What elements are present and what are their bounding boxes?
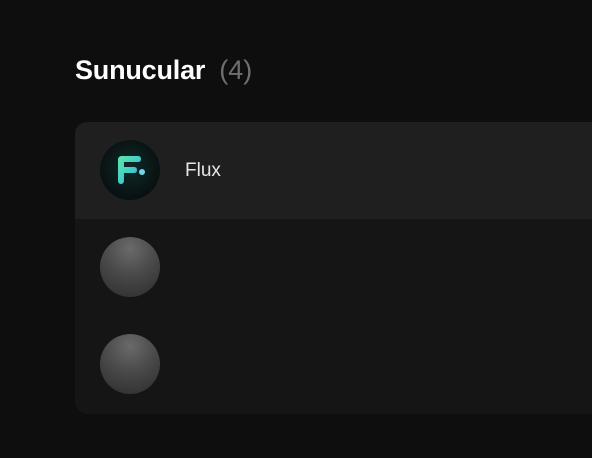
provider-row-flux[interactable]: Flux <box>75 122 592 219</box>
provider-name: Flux <box>185 160 221 181</box>
provider-row[interactable] <box>75 316 592 413</box>
section-count: (4) <box>219 55 253 85</box>
section-title: Sunucular <box>75 55 206 85</box>
section-header: Sunucular (4) <box>75 55 252 86</box>
placeholder-avatar-icon <box>100 237 160 297</box>
placeholder-avatar-icon <box>100 334 160 394</box>
provider-row[interactable] <box>75 219 592 316</box>
servers-page: Sunucular (4) Flux <box>0 0 592 458</box>
provider-list: Flux <box>75 122 592 414</box>
flux-logo-icon <box>100 140 160 200</box>
